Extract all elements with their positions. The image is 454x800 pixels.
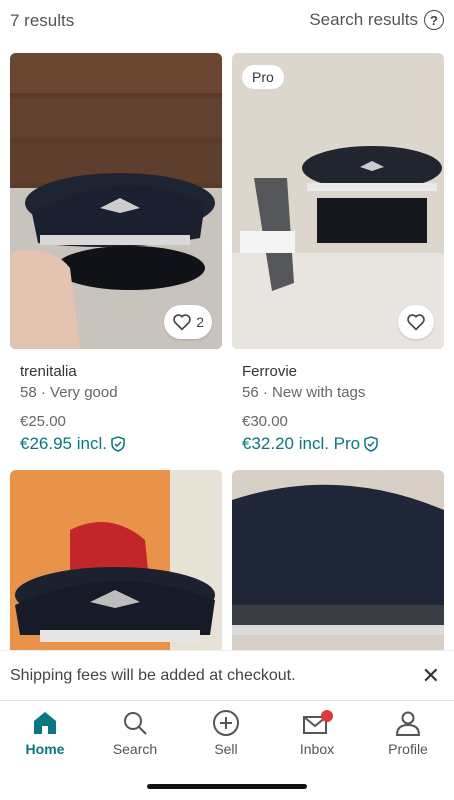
item-card[interactable]: 2 trenitalia 58 · Very good €25.00 €26.9… (10, 53, 222, 454)
results-count: 7 results (10, 11, 75, 30)
nav-home[interactable]: Home (0, 709, 90, 757)
item-card[interactable] (232, 470, 444, 650)
search-results-button[interactable]: Search results ? (309, 10, 444, 30)
cap-photo-3 (10, 470, 222, 650)
item-photo[interactable]: 2 (10, 53, 222, 349)
nav-search-label: Search (112, 741, 158, 757)
favorite-button[interactable]: 2 (164, 305, 212, 339)
help-icon[interactable]: ? (424, 10, 444, 30)
item-price-incl: €32.20 incl. Pro (242, 434, 444, 454)
results-header: 7 results Search results ? (0, 0, 454, 44)
inbox-icon (303, 710, 333, 734)
shield-icon (364, 436, 378, 452)
search-icon (124, 712, 147, 735)
nav-search[interactable]: Search (90, 709, 180, 757)
nav-inbox[interactable]: Inbox (272, 709, 362, 757)
pro-badge: Pro (242, 65, 284, 89)
item-brand: Ferrovie (242, 363, 298, 380)
home-icon (34, 712, 56, 734)
close-icon[interactable]: ✕ (422, 663, 440, 689)
nav-inbox-label: Inbox (299, 741, 335, 757)
favorite-count: 2 (196, 314, 204, 330)
item-price: €25.00 (20, 413, 66, 430)
item-brand: trenitalia (20, 363, 77, 380)
nav-profile[interactable]: Profile (363, 709, 453, 757)
item-photo[interactable] (10, 470, 222, 650)
item-size-condition: 56 · New with tags (242, 384, 366, 401)
item-photo[interactable] (232, 470, 444, 650)
favorite-button[interactable] (398, 305, 434, 339)
item-card[interactable] (10, 470, 222, 650)
item-price: €30.00 (242, 413, 288, 430)
item-card[interactable]: Pro Ferrovie 56 · New with tags €30.00 €… (232, 53, 444, 454)
nav-sell[interactable]: Sell (181, 709, 271, 757)
banner-text: Shipping fees will be added at checkout. (10, 667, 296, 684)
nav-sell-label: Sell (214, 741, 238, 757)
shield-icon (111, 436, 125, 452)
heart-icon (173, 314, 191, 331)
shipping-fees-banner: Shipping fees will be added at checkout.… (0, 650, 454, 700)
cap-photo-4 (232, 470, 444, 650)
nav-home-label: Home (25, 741, 65, 757)
search-results-label: Search results (309, 10, 418, 29)
item-photo[interactable]: Pro (232, 53, 444, 349)
profile-icon (395, 711, 421, 736)
item-price-incl: €26.95 incl. (20, 434, 222, 454)
plus-circle-icon (213, 710, 239, 736)
nav-profile-label: Profile (388, 741, 428, 757)
item-price-incl-label: €26.95 incl. (20, 434, 107, 453)
heart-icon (407, 314, 425, 331)
item-size-condition: 58 · Very good (20, 384, 118, 401)
home-indicator (147, 784, 307, 789)
item-price-incl-label: €32.20 incl. Pro (242, 434, 361, 453)
